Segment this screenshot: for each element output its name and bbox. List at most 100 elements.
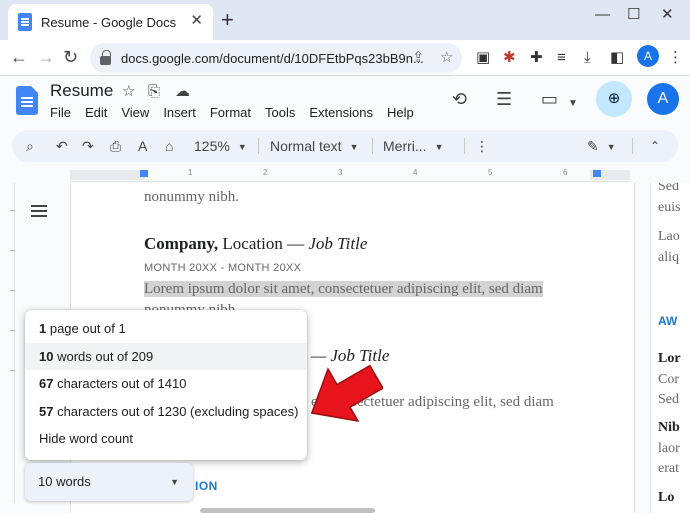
browser-menu-icon[interactable]: ⋮ (668, 49, 683, 67)
page2-line: Lor (658, 351, 681, 366)
menu-extensions[interactable]: Extensions (309, 105, 373, 120)
share-page-icon[interactable]: ⇪ (412, 49, 425, 67)
download-icon[interactable]: ⤓ (584, 49, 591, 67)
docs-header: Resume ☆ ⎘ ☁ File Edit View Insert Forma… (0, 77, 690, 127)
company-location: Location — (218, 234, 309, 253)
hide-menus-chevron-icon[interactable]: ⌃ (650, 137, 660, 155)
docs-profile-avatar[interactable]: A (647, 83, 679, 115)
characters-count: 67 (39, 376, 54, 391)
document-line: nonummy nibh. (144, 189, 240, 205)
browser-tab-resume[interactable]: Resume - Google Docs ✕ (8, 4, 213, 40)
menu-file[interactable]: File (50, 105, 71, 120)
characters-no-spaces-count: 57 (39, 403, 54, 419)
page2-heading: AW (658, 314, 678, 328)
search-menus-icon[interactable]: ⌕ (26, 137, 34, 155)
document-outline-icon[interactable] (31, 205, 47, 217)
paint-format-icon[interactable]: ⌂ (165, 137, 173, 155)
vertical-ruler-tick (10, 290, 15, 291)
word-count-menu: 1 page out of 1 10 words out of 209 67 c… (25, 310, 307, 460)
maximize-window-icon[interactable]: ☐ (627, 6, 640, 24)
ruler-indent-marker[interactable] (140, 170, 148, 177)
back-arrow-icon[interactable]: ← (10, 46, 28, 68)
print-icon[interactable]: ⎙ (110, 137, 121, 155)
version-history-icon[interactable]: ⟲ (452, 88, 467, 110)
page2-line: laor (658, 441, 680, 456)
minimize-window-icon[interactable]: — (595, 6, 610, 24)
redo-icon[interactable]: ↷ (82, 137, 94, 155)
font-select[interactable]: Merri... ▼ (383, 137, 443, 156)
red-arrow-annotation (310, 364, 383, 422)
tab-search-icon[interactable]: ▣ (476, 49, 490, 67)
adjacent-page-preview: Sed euis Lao aliq AW Lor Cor Sed Nib lao… (650, 183, 690, 513)
section-heading: ION (195, 479, 218, 493)
menu-help[interactable]: Help (387, 105, 414, 120)
word-count-characters-no-spaces-option[interactable]: 57 characters out of 1230 (excluding spa… (25, 398, 307, 426)
job-heading: Company, Location — Job Title (144, 234, 367, 254)
page2-line: erat (658, 461, 679, 476)
horizontal-ruler[interactable]: 1 2 3 4 5 6 (70, 168, 630, 182)
word-count-characters-option[interactable]: 67 characters out of 1410 (25, 370, 307, 398)
ruler-label: 3 (338, 168, 343, 177)
page2-line: Lo (658, 490, 675, 505)
ruler-label: 5 (488, 168, 493, 177)
word-count-words-option[interactable]: 10 words out of 209 (25, 342, 307, 370)
ruler-left-margin (70, 170, 145, 180)
page2-line: Nib (658, 420, 680, 435)
word-count-pill[interactable]: 10 words ▼ (25, 463, 193, 501)
meet-dropdown-icon[interactable]: ▼ (568, 93, 578, 115)
close-tab-icon[interactable]: ✕ (190, 12, 203, 30)
cloud-saved-icon[interactable]: ☁ (175, 83, 190, 101)
vertical-ruler-tick (10, 330, 15, 331)
reload-icon[interactable]: ↻ (63, 46, 78, 68)
star-icon[interactable]: ☆ (122, 83, 135, 101)
horizontal-scrollbar[interactable] (200, 508, 375, 513)
style-caret-icon: ▼ (349, 142, 359, 153)
menu-insert[interactable]: Insert (163, 105, 196, 120)
selected-text: Lorem ipsum dolor sit amet, consectetuer… (144, 281, 543, 298)
page2-line: Sed (658, 392, 679, 407)
comments-icon[interactable]: ☰ (496, 88, 512, 110)
vertical-ruler-tick (10, 370, 15, 371)
docs-menu-bar: File Edit View Insert Format Tools Exten… (50, 105, 428, 120)
paragraph-style-value: Normal text (270, 138, 342, 154)
page2-line: Lao (658, 229, 680, 244)
share-button[interactable]: ⊕ (596, 81, 632, 117)
google-docs-logo-icon[interactable] (16, 86, 38, 115)
menu-tools[interactable]: Tools (265, 105, 295, 120)
browser-profile-avatar[interactable]: A (637, 45, 659, 67)
hide-word-count-option[interactable]: Hide word count (25, 425, 307, 453)
new-tab-button[interactable]: + (221, 9, 234, 31)
meet-camera-icon[interactable]: ▭ (541, 88, 558, 110)
extension-icon[interactable]: ✱ (503, 49, 516, 67)
pages-text: page out of 1 (46, 321, 126, 336)
menu-edit[interactable]: Edit (85, 105, 107, 120)
characters-no-spaces-text: characters out of 1230 (excluding spaces… (53, 403, 299, 419)
more-tools-icon[interactable]: ⋮ (475, 137, 489, 155)
forward-arrow-icon[interactable]: → (37, 46, 55, 68)
editing-mode-pencil-icon[interactable]: ✎ ▼ (587, 137, 616, 156)
characters-text: characters out of 1410 (53, 376, 187, 391)
ruler-right-indent-marker[interactable] (593, 170, 601, 177)
zoom-select[interactable]: 125% ▼ (194, 137, 247, 156)
extensions-puzzle-icon[interactable]: ✚ (530, 49, 543, 67)
paragraph-style-select[interactable]: Normal text ▼ (270, 137, 359, 156)
undo-icon[interactable]: ↶ (56, 137, 68, 155)
document-title[interactable]: Resume (50, 81, 113, 101)
reading-list-icon[interactable]: ≡ (557, 49, 566, 67)
words-count: 10 (39, 348, 54, 364)
address-bar[interactable]: docs.google.com/document/d/10DFEtbPqs23b… (90, 43, 462, 73)
tab-title: Resume - Google Docs (41, 14, 177, 30)
move-folder-icon[interactable]: ⎘ (148, 83, 160, 101)
job-dates: MONTH 20XX - MONTH 20XX (144, 262, 302, 274)
bookmark-star-icon[interactable]: ☆ (440, 49, 453, 67)
ruler-label: 1 (188, 168, 193, 177)
side-panel-icon[interactable]: ◧ (610, 49, 624, 67)
menu-format[interactable]: Format (210, 105, 251, 120)
toolbar-divider (464, 138, 465, 154)
vertical-ruler-tick (10, 210, 15, 211)
word-count-pages-option[interactable]: 1 page out of 1 (25, 315, 307, 343)
menu-view[interactable]: View (121, 105, 149, 120)
close-window-icon[interactable]: ✕ (661, 6, 674, 24)
company-name: Company, (144, 234, 219, 253)
spellcheck-icon[interactable]: A (138, 137, 147, 155)
